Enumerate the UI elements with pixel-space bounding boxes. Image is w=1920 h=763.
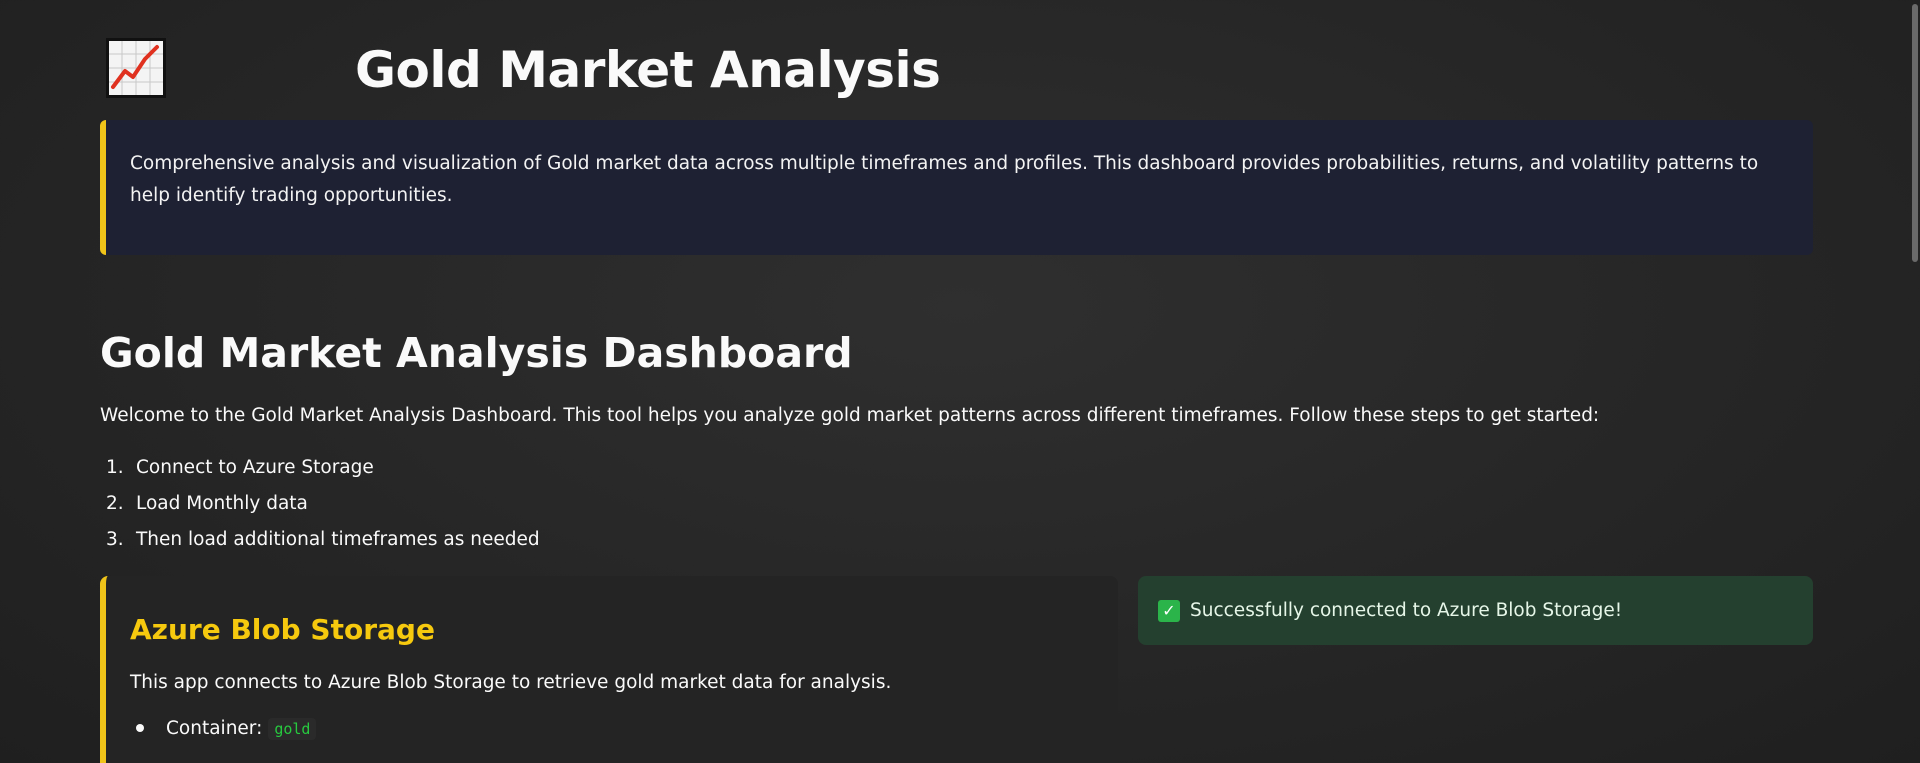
container-label: Container: — [166, 718, 263, 739]
chart-increasing-icon — [106, 38, 166, 98]
list-item: 1. Connect to Azure Storage — [100, 454, 540, 490]
steps-list: 1. Connect to Azure Storage 2. Load Monthl… — [100, 454, 540, 562]
list-item: 2. Load Monthly data — [100, 490, 540, 526]
step-number: 1. — [106, 457, 124, 478]
step-number: 3. — [106, 529, 124, 550]
azure-card-description: This app connects to Azure Blob Storage … — [130, 672, 892, 693]
step-label: Then load additional timeframes as neede… — [136, 529, 540, 550]
azure-details-list: Container: gold — [130, 714, 1094, 744]
step-label: Connect to Azure Storage — [136, 457, 374, 478]
dashboard-title: Gold Market Analysis Dashboard — [100, 329, 853, 377]
check-mark-icon: ✓ — [1158, 599, 1180, 622]
step-label: Load Monthly data — [136, 493, 308, 514]
intro-callout: Comprehensive analysis and visualization… — [100, 120, 1813, 255]
step-number: 2. — [106, 493, 124, 514]
scrollbar-thumb[interactable] — [1912, 4, 1918, 262]
success-alert: ✓ Successfully connected to Azure Blob S… — [1138, 576, 1813, 645]
azure-storage-card: Azure Blob Storage This app connects to … — [100, 576, 1118, 763]
page-title: Gold Market Analysis — [355, 41, 941, 99]
container-value: gold — [268, 718, 317, 740]
bullet-icon — [136, 723, 144, 732]
azure-card-title: Azure Blob Storage — [130, 613, 435, 646]
intro-text: Comprehensive analysis and visualization… — [130, 153, 1759, 206]
page-header: Gold Market Analysis — [106, 38, 1106, 100]
success-message: Successfully connected to Azure Blob Sto… — [1190, 600, 1623, 621]
page-scrollbar[interactable] — [1910, 0, 1920, 763]
list-item: Container: gold — [130, 714, 1094, 744]
list-item: 3. Then load additional timeframes as nee… — [100, 526, 540, 562]
welcome-text: Welcome to the Gold Market Analysis Dash… — [100, 405, 1600, 426]
